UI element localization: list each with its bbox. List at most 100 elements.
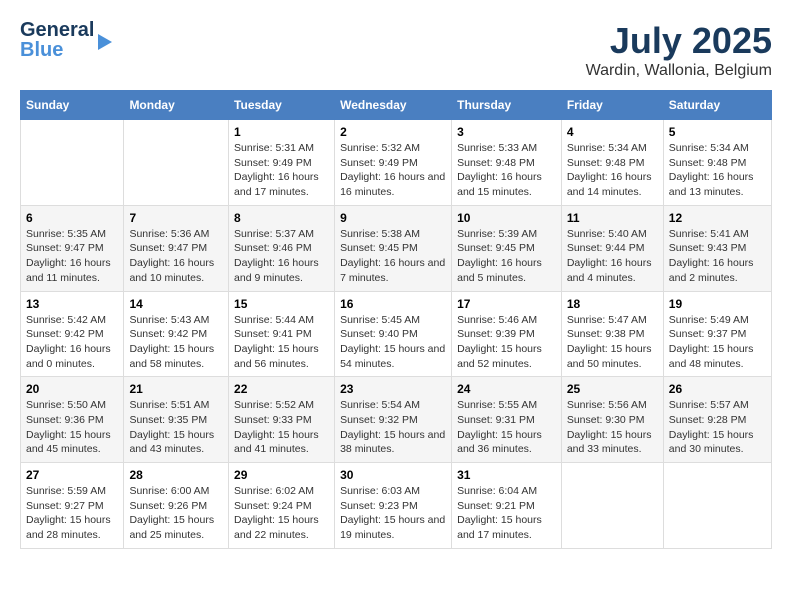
- day-number: 4: [567, 125, 658, 139]
- cell-content: Sunrise: 5:54 AM Sunset: 9:32 PM Dayligh…: [340, 398, 446, 457]
- cell-content: Sunrise: 5:35 AM Sunset: 9:47 PM Dayligh…: [26, 227, 118, 286]
- calendar-cell: 3 Sunrise: 5:33 AM Sunset: 9:48 PM Daylig…: [452, 120, 562, 206]
- cell-content: Sunrise: 5:55 AM Sunset: 9:31 PM Dayligh…: [457, 398, 556, 457]
- logo-general: General: [20, 20, 94, 40]
- day-number: 13: [26, 297, 118, 311]
- day-header-sunday: Sunday: [21, 91, 124, 120]
- calendar-cell: 22 Sunrise: 5:52 AM Sunset: 9:33 PM Dayli…: [229, 377, 335, 463]
- calendar-cell: 25Sunrise: 5:56 AM Sunset: 9:30 PM Dayli…: [561, 377, 663, 463]
- day-number: 3: [457, 125, 556, 139]
- cell-content: Sunrise: 6:02 AM Sunset: 9:24 PM Dayligh…: [234, 484, 329, 543]
- cell-content: Sunrise: 5:59 AM Sunset: 9:27 PM Dayligh…: [26, 484, 118, 543]
- calendar-cell: 15 Sunrise: 5:44 AM Sunset: 9:41 PM Dayli…: [229, 291, 335, 377]
- calendar-cell: 7 Sunrise: 5:36 AM Sunset: 9:47 PM Daylig…: [124, 205, 229, 291]
- calendar-week-row: 1 Sunrise: 5:31 AM Sunset: 9:49 PM Daylig…: [21, 120, 772, 206]
- calendar-cell: 18 Sunrise: 5:47 AM Sunset: 9:38 PM Dayli…: [561, 291, 663, 377]
- title-section: July 2025 Wardin, Wallonia, Belgium: [586, 20, 772, 80]
- calendar-week-row: 20 Sunrise: 5:50 AM Sunset: 9:36 PM Dayli…: [21, 377, 772, 463]
- day-number: 6: [26, 211, 118, 225]
- cell-content: Sunrise: 5:45 AM Sunset: 9:40 PM Dayligh…: [340, 313, 446, 372]
- page-header: General Blue July 2025 Wardin, Wallonia,…: [20, 20, 772, 80]
- cell-content: Sunrise: 5:40 AM Sunset: 9:44 PM Dayligh…: [567, 227, 658, 286]
- logo-arrow-icon: [98, 34, 112, 50]
- cell-content: Sunrise: 5:50 AM Sunset: 9:36 PM Dayligh…: [26, 398, 118, 457]
- day-number: 24: [457, 382, 556, 396]
- calendar-week-row: 13Sunrise: 5:42 AM Sunset: 9:42 PM Dayli…: [21, 291, 772, 377]
- calendar-cell: 14Sunrise: 5:43 AM Sunset: 9:42 PM Dayli…: [124, 291, 229, 377]
- day-number: 12: [669, 211, 766, 225]
- day-header-friday: Friday: [561, 91, 663, 120]
- day-header-wednesday: Wednesday: [335, 91, 452, 120]
- cell-content: Sunrise: 5:43 AM Sunset: 9:42 PM Dayligh…: [129, 313, 223, 372]
- cell-content: Sunrise: 5:31 AM Sunset: 9:49 PM Dayligh…: [234, 141, 329, 200]
- calendar-header-row: SundayMondayTuesdayWednesdayThursdayFrid…: [21, 91, 772, 120]
- calendar-cell: 26 Sunrise: 5:57 AM Sunset: 9:28 PM Dayli…: [663, 377, 771, 463]
- calendar-cell: 21 Sunrise: 5:51 AM Sunset: 9:35 PM Dayli…: [124, 377, 229, 463]
- day-number: 29: [234, 468, 329, 482]
- day-number: 7: [129, 211, 223, 225]
- cell-content: Sunrise: 5:32 AM Sunset: 9:49 PM Dayligh…: [340, 141, 446, 200]
- calendar-cell: 13Sunrise: 5:42 AM Sunset: 9:42 PM Dayli…: [21, 291, 124, 377]
- cell-content: Sunrise: 5:38 AM Sunset: 9:45 PM Dayligh…: [340, 227, 446, 286]
- day-number: 19: [669, 297, 766, 311]
- day-header-thursday: Thursday: [452, 91, 562, 120]
- calendar-week-row: 27 Sunrise: 5:59 AM Sunset: 9:27 PM Dayli…: [21, 463, 772, 549]
- day-number: 1: [234, 125, 329, 139]
- day-number: 16: [340, 297, 446, 311]
- cell-content: Sunrise: 5:37 AM Sunset: 9:46 PM Dayligh…: [234, 227, 329, 286]
- calendar-week-row: 6 Sunrise: 5:35 AM Sunset: 9:47 PM Daylig…: [21, 205, 772, 291]
- calendar-cell: [663, 463, 771, 549]
- calendar-cell: 29 Sunrise: 6:02 AM Sunset: 9:24 PM Dayli…: [229, 463, 335, 549]
- cell-content: Sunrise: 5:57 AM Sunset: 9:28 PM Dayligh…: [669, 398, 766, 457]
- day-number: 26: [669, 382, 766, 396]
- calendar-cell: 12 Sunrise: 5:41 AM Sunset: 9:43 PM Dayli…: [663, 205, 771, 291]
- cell-content: Sunrise: 5:34 AM Sunset: 9:48 PM Dayligh…: [669, 141, 766, 200]
- calendar-cell: 4Sunrise: 5:34 AM Sunset: 9:48 PM Daylig…: [561, 120, 663, 206]
- day-number: 22: [234, 382, 329, 396]
- cell-content: Sunrise: 5:41 AM Sunset: 9:43 PM Dayligh…: [669, 227, 766, 286]
- cell-content: Sunrise: 6:03 AM Sunset: 9:23 PM Dayligh…: [340, 484, 446, 543]
- cell-content: Sunrise: 6:04 AM Sunset: 9:21 PM Dayligh…: [457, 484, 556, 543]
- day-number: 31: [457, 468, 556, 482]
- day-number: 28: [129, 468, 223, 482]
- cell-content: Sunrise: 5:51 AM Sunset: 9:35 PM Dayligh…: [129, 398, 223, 457]
- calendar-cell: 27 Sunrise: 5:59 AM Sunset: 9:27 PM Dayli…: [21, 463, 124, 549]
- day-number: 20: [26, 382, 118, 396]
- calendar-cell: [21, 120, 124, 206]
- cell-content: Sunrise: 5:47 AM Sunset: 9:38 PM Dayligh…: [567, 313, 658, 372]
- calendar-cell: 16 Sunrise: 5:45 AM Sunset: 9:40 PM Dayli…: [335, 291, 452, 377]
- day-number: 17: [457, 297, 556, 311]
- cell-content: Sunrise: 5:56 AM Sunset: 9:30 PM Dayligh…: [567, 398, 658, 457]
- day-number: 15: [234, 297, 329, 311]
- calendar-cell: 31 Sunrise: 6:04 AM Sunset: 9:21 PM Dayli…: [452, 463, 562, 549]
- calendar-cell: 19 Sunrise: 5:49 AM Sunset: 9:37 PM Dayli…: [663, 291, 771, 377]
- cell-content: Sunrise: 5:36 AM Sunset: 9:47 PM Dayligh…: [129, 227, 223, 286]
- cell-content: Sunrise: 5:39 AM Sunset: 9:45 PM Dayligh…: [457, 227, 556, 286]
- calendar-cell: [124, 120, 229, 206]
- day-number: 8: [234, 211, 329, 225]
- cell-content: Sunrise: 5:49 AM Sunset: 9:37 PM Dayligh…: [669, 313, 766, 372]
- calendar-cell: 30Sunrise: 6:03 AM Sunset: 9:23 PM Dayli…: [335, 463, 452, 549]
- calendar-cell: 23 Sunrise: 5:54 AM Sunset: 9:32 PM Dayli…: [335, 377, 452, 463]
- calendar-cell: 28Sunrise: 6:00 AM Sunset: 9:26 PM Dayli…: [124, 463, 229, 549]
- cell-content: Sunrise: 5:44 AM Sunset: 9:41 PM Dayligh…: [234, 313, 329, 372]
- calendar-cell: 24 Sunrise: 5:55 AM Sunset: 9:31 PM Dayli…: [452, 377, 562, 463]
- cell-content: Sunrise: 5:33 AM Sunset: 9:48 PM Dayligh…: [457, 141, 556, 200]
- calendar-cell: 10 Sunrise: 5:39 AM Sunset: 9:45 PM Dayli…: [452, 205, 562, 291]
- day-number: 10: [457, 211, 556, 225]
- day-header-saturday: Saturday: [663, 91, 771, 120]
- calendar-cell: 11 Sunrise: 5:40 AM Sunset: 9:44 PM Dayli…: [561, 205, 663, 291]
- cell-content: Sunrise: 5:52 AM Sunset: 9:33 PM Dayligh…: [234, 398, 329, 457]
- calendar-cell: 20 Sunrise: 5:50 AM Sunset: 9:36 PM Dayli…: [21, 377, 124, 463]
- calendar-cell: 2Sunrise: 5:32 AM Sunset: 9:49 PM Daylig…: [335, 120, 452, 206]
- calendar-cell: 5 Sunrise: 5:34 AM Sunset: 9:48 PM Daylig…: [663, 120, 771, 206]
- day-number: 18: [567, 297, 658, 311]
- day-number: 5: [669, 125, 766, 139]
- day-number: 27: [26, 468, 118, 482]
- logo-blue: Blue: [20, 40, 94, 60]
- calendar-cell: 6 Sunrise: 5:35 AM Sunset: 9:47 PM Daylig…: [21, 205, 124, 291]
- day-number: 9: [340, 211, 446, 225]
- day-number: 11: [567, 211, 658, 225]
- day-number: 23: [340, 382, 446, 396]
- day-number: 21: [129, 382, 223, 396]
